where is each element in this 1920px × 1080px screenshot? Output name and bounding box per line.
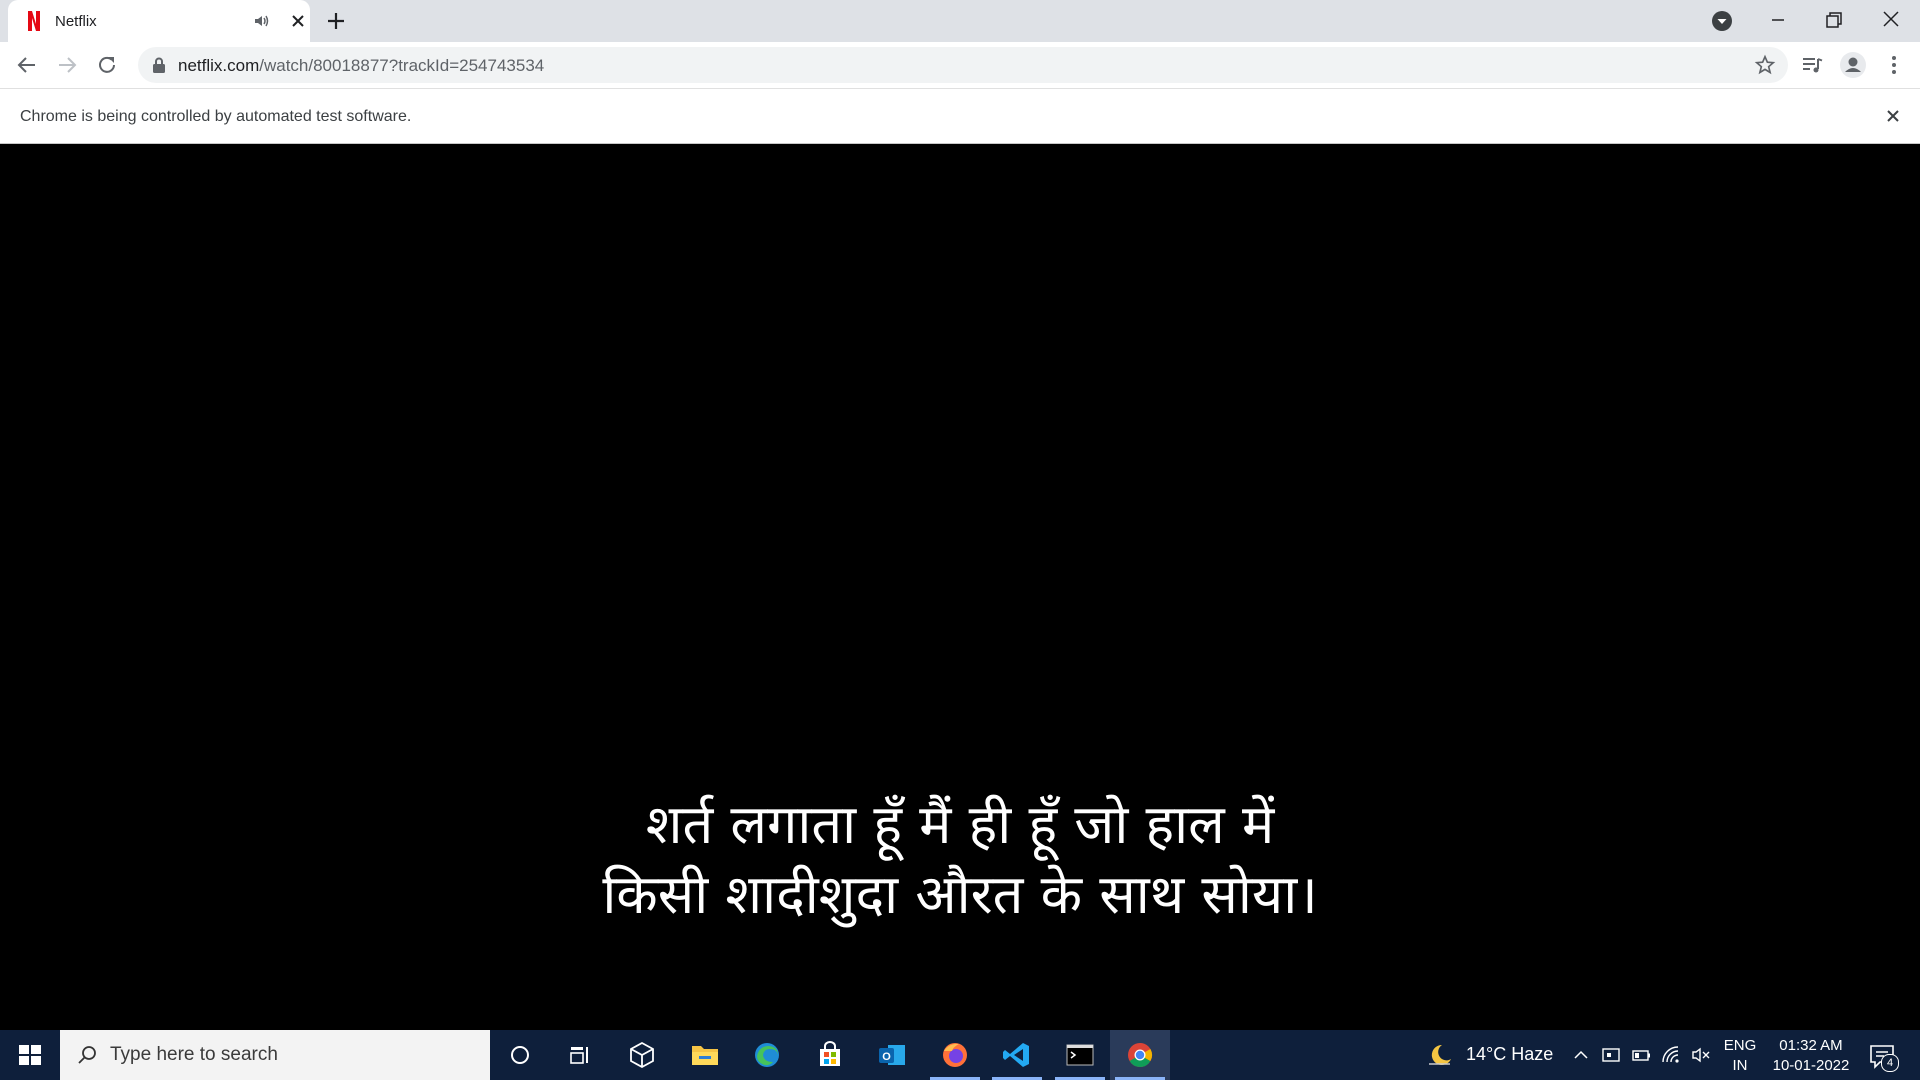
vscode-icon xyxy=(1003,1043,1029,1067)
terminal-button[interactable] xyxy=(1050,1030,1110,1080)
battery-icon[interactable] xyxy=(1630,1044,1652,1066)
task-view-button[interactable] xyxy=(550,1030,610,1080)
cortana-icon xyxy=(511,1046,529,1064)
volume-muted-icon[interactable] xyxy=(1690,1044,1712,1066)
chrome-icon xyxy=(1128,1043,1153,1068)
menu-kebab-icon[interactable] xyxy=(1880,51,1908,79)
file-explorer-icon xyxy=(692,1046,718,1065)
notification-count-badge: 4 xyxy=(1881,1054,1899,1072)
subtitles: शर्त लगाता हूँ मैं ही हूँ जो हाल में किस… xyxy=(0,790,1920,930)
outlook-button[interactable]: O xyxy=(862,1030,922,1080)
windows-taskbar: Type here to search O 14°C Haze ENG IN 0… xyxy=(0,1030,1920,1080)
clock-date: 10-01-2022 xyxy=(1772,1057,1850,1074)
minimize-icon[interactable] xyxy=(1766,8,1790,32)
taskbar-search-box[interactable]: Type here to search xyxy=(60,1030,490,1080)
url-text[interactable]: netflix.com/watch/80018877?trackId=25474… xyxy=(178,56,544,76)
address-bar[interactable]: netflix.com/watch/80018877?trackId=25474… xyxy=(138,47,1788,83)
outlook-icon: O xyxy=(879,1045,905,1065)
weather-moon-icon[interactable] xyxy=(1426,1042,1454,1068)
firefox-icon xyxy=(943,1043,967,1067)
tab-search-icon[interactable] xyxy=(1711,10,1733,32)
system-clock[interactable]: 01:32 AM 10-01-2022 xyxy=(1768,1036,1854,1076)
store-button[interactable] xyxy=(800,1030,860,1080)
video-player[interactable]: शर्त लगाता हूँ मैं ही हूँ जो हाल में किस… xyxy=(0,145,1920,1030)
profile-avatar-icon[interactable] xyxy=(1839,51,1867,79)
tab-audio-icon[interactable] xyxy=(253,12,271,30)
terminal-icon xyxy=(1066,1044,1094,1066)
chrome-button[interactable] xyxy=(1110,1030,1170,1080)
infobar-close-icon[interactable] xyxy=(1882,105,1904,127)
file-explorer-button[interactable] xyxy=(675,1030,735,1080)
clock-time: 01:32 AM xyxy=(1779,1037,1843,1054)
forward-icon[interactable] xyxy=(54,52,80,78)
search-icon xyxy=(78,1046,96,1064)
reload-icon[interactable] xyxy=(94,52,120,78)
new-tab-icon[interactable] xyxy=(324,9,348,33)
region-code: IN xyxy=(1732,1057,1748,1074)
vscode-button[interactable] xyxy=(987,1030,1047,1080)
store-icon xyxy=(820,1041,840,1066)
netflix-n-icon xyxy=(28,11,40,31)
lock-icon[interactable] xyxy=(152,57,166,73)
firefox-button[interactable] xyxy=(925,1030,985,1080)
subtitle-line-2: किसी शादीशुदा औरत के साथ सोया। xyxy=(602,863,1318,926)
windows-start-icon[interactable] xyxy=(0,1030,60,1080)
url-path: /watch/80018877?trackId=254743534 xyxy=(259,56,545,75)
input-language[interactable]: ENG IN xyxy=(1722,1036,1758,1076)
cortana-button[interactable] xyxy=(490,1030,550,1080)
tab-strip: Netflix xyxy=(0,0,1920,42)
subtitle-line-1: शर्त लगाता हूँ मैं ही हूँ जो हाल में xyxy=(645,793,1275,856)
window-close-icon[interactable] xyxy=(1878,6,1904,32)
edge-button[interactable] xyxy=(737,1030,797,1080)
restore-icon[interactable] xyxy=(1822,8,1846,32)
language-code: ENG xyxy=(1723,1037,1757,1054)
widgets-icon xyxy=(630,1041,654,1069)
browser-toolbar: netflix.com/watch/80018877?trackId=25474… xyxy=(0,42,1920,88)
infobar-message: Chrome is being controlled by automated … xyxy=(20,108,412,125)
tab-title: Netflix xyxy=(55,13,97,30)
wifi-icon[interactable] xyxy=(1660,1044,1682,1066)
media-control-icon[interactable] xyxy=(1798,51,1826,79)
tab-close-icon[interactable] xyxy=(288,11,308,31)
weather-text[interactable]: 14°C Haze xyxy=(1466,1044,1553,1065)
widgets-button[interactable] xyxy=(612,1030,672,1080)
svg-text:O: O xyxy=(882,1051,891,1063)
automation-infobar: Chrome is being controlled by automated … xyxy=(0,88,1920,144)
bookmark-star-icon[interactable] xyxy=(1754,54,1776,76)
task-view-icon xyxy=(570,1047,588,1064)
tab-netflix[interactable]: Netflix xyxy=(8,0,310,42)
url-host: netflix.com xyxy=(178,56,260,75)
search-placeholder: Type here to search xyxy=(110,1044,278,1065)
meet-now-icon[interactable] xyxy=(1600,1044,1622,1066)
show-hidden-icons-icon[interactable] xyxy=(1570,1044,1592,1066)
back-icon[interactable] xyxy=(14,52,40,78)
edge-icon xyxy=(755,1043,779,1067)
